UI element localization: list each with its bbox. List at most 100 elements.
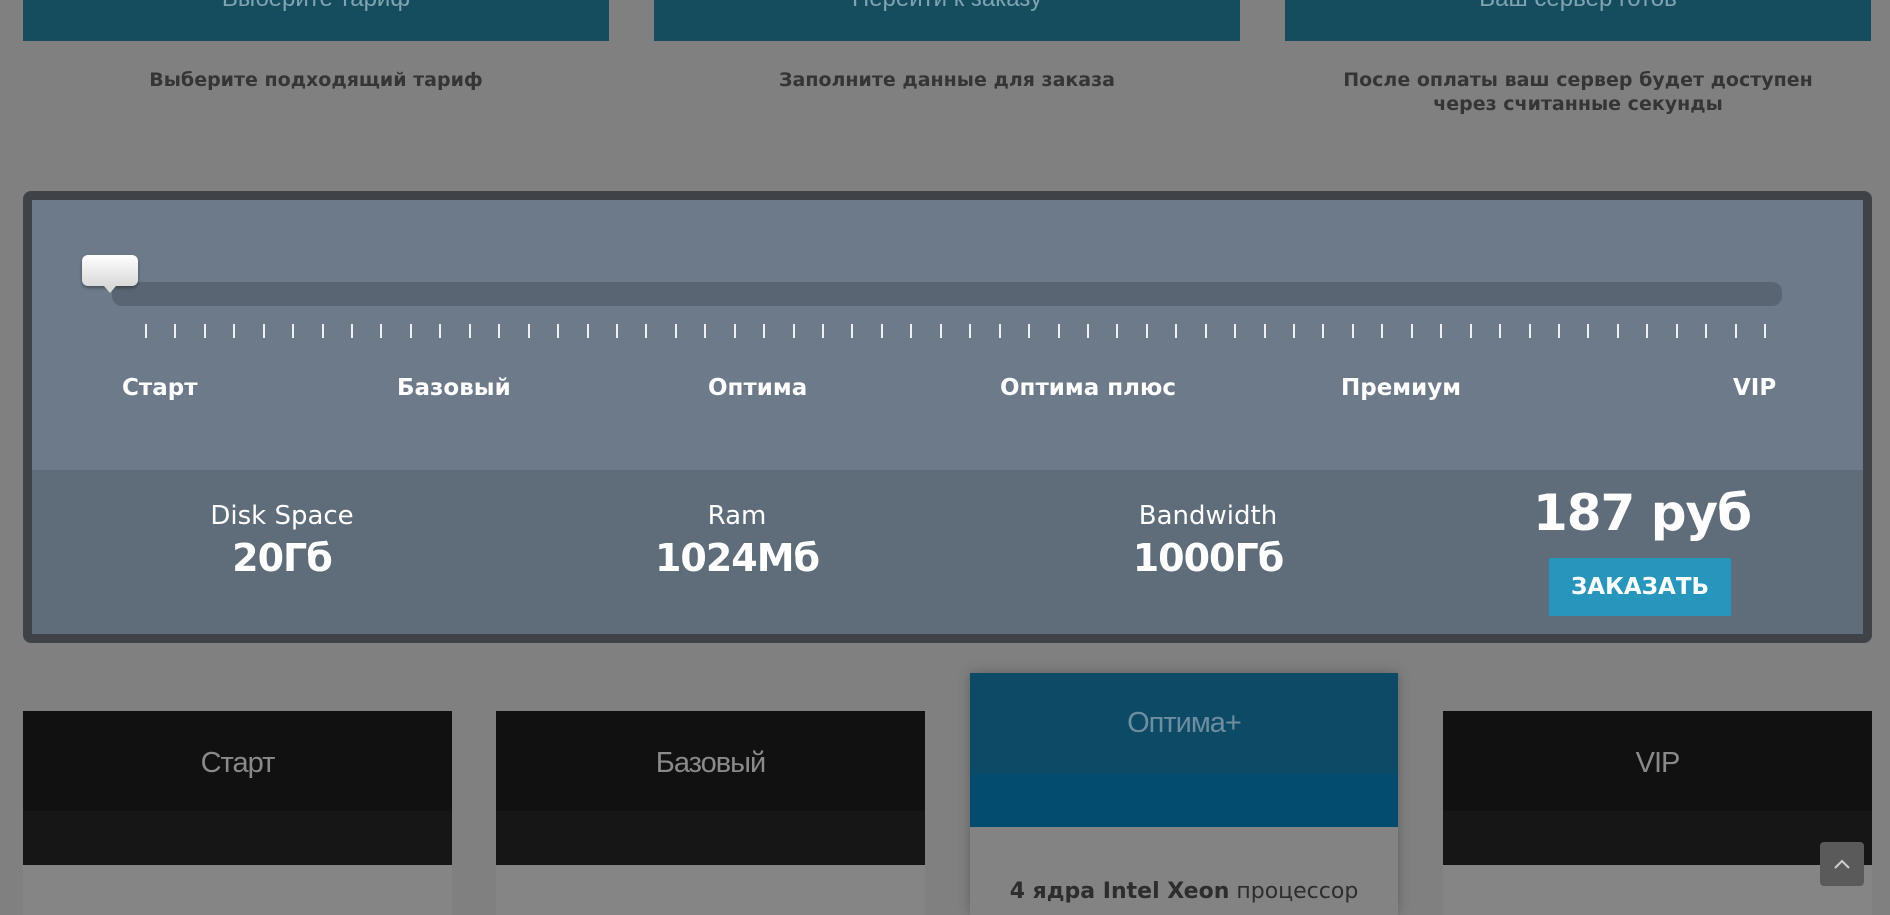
slider-tick [1322,324,1324,338]
slider-tick [439,324,441,338]
slider-tick [999,324,1001,338]
slider-tick [763,324,765,338]
plan-name: Старт [200,747,276,779]
slider-tick [174,324,176,338]
slider-tick [1116,324,1118,338]
plan-card-start[interactable]: Старт [23,711,452,865]
slider-tick [1264,324,1266,338]
spec-ram-label: Ram [707,501,767,531]
slider-tick [1205,324,1207,338]
slider-tick [380,324,382,338]
calculator-slider-section: Старт Базовый Оптима Оптима плюс Премиум… [32,200,1863,470]
slider-tick [1234,324,1236,338]
slider-tick [851,324,853,338]
slider-tick [1735,324,1737,338]
slider-tick [557,324,559,338]
plan-feature: 4 ядра Intel Xeon процессор [1009,879,1359,904]
scroll-top-button[interactable] [1820,842,1864,886]
slider-tick [587,324,589,338]
spec-bandwidth: Bandwidth 1000Гб [1068,500,1348,584]
step-button-2[interactable]: Перейти к заказу [654,0,1240,41]
slider-tick [204,324,206,338]
plan-price-band [970,774,1398,827]
slider-tick [263,324,265,338]
plan-header: Оптима+ [970,673,1398,774]
step-button-1[interactable]: Выберите тариф [23,0,609,41]
tier-label-vip[interactable]: VIP [1733,375,1776,401]
slider-tick [1411,324,1413,338]
plan-price-band [23,811,452,865]
slider-tick [734,324,736,338]
slider-tick [1087,324,1089,338]
plan-price-band [496,811,925,865]
spec-ram-value: 1024Мб [654,536,820,580]
tier-label-optima[interactable]: Оптима [708,375,807,401]
tier-label-start[interactable]: Старт [122,375,198,401]
spec-disk-space-value: 20Гб [232,536,333,580]
slider-ticks [32,324,1863,340]
slider-tick [1175,324,1177,338]
slider-tick [1646,324,1648,338]
tier-label-optima-plus[interactable]: Оптима плюс [1000,375,1176,401]
spec-disk-space: Disk Space 20Гб [162,500,402,584]
slider-tick [822,324,824,338]
step-caption-3: После оплаты ваш сервер будет доступен ч… [1343,69,1813,115]
slider-tick [410,324,412,338]
slider-tick [1499,324,1501,338]
slider-tick [881,324,883,338]
chevron-up-icon [1834,859,1850,869]
tier-label-basic[interactable]: Базовый [397,375,511,401]
plan-name: Оптима+ [1127,707,1242,739]
tariff-slider-track[interactable] [112,282,1782,306]
slider-tick [292,324,294,338]
slider-tick [498,324,500,338]
slider-tick [1676,324,1678,338]
tariff-calculator: Старт Базовый Оптима Оптима плюс Премиум… [23,191,1872,643]
spec-disk-space-label: Disk Space [210,501,354,531]
slider-tick [1470,324,1472,338]
plan-name: Базовый [655,747,766,779]
slider-tick [940,324,942,338]
tier-label-premium[interactable]: Премиум [1341,375,1461,401]
slider-tick [1028,324,1030,338]
tariff-slider-handle[interactable] [82,255,138,293]
slider-tick [1705,324,1707,338]
slider-tick [1617,324,1619,338]
step-caption-2: Заполните данные для заказа [779,69,1115,91]
plan-card-vip[interactable]: VIP [1443,711,1872,865]
slider-tick [1058,324,1060,338]
slider-tick [793,324,795,338]
slider-tick [322,324,324,338]
slider-tick [233,324,235,338]
slider-tick [351,324,353,338]
slider-tick [1146,324,1148,338]
price-value: 187 руб [1532,484,1752,542]
plan-name: VIP [1635,747,1681,779]
order-button[interactable]: ЗАКАЗАТЬ [1549,558,1731,616]
step-button-3[interactable]: Ваш сервер готов [1285,0,1871,41]
slider-tick [1529,324,1531,338]
slider-tick [645,324,647,338]
slider-tick [145,324,147,338]
spec-ram: Ram 1024Мб [617,500,857,584]
slider-tick [1558,324,1560,338]
slider-tick [969,324,971,338]
plan-card-body [1443,865,1872,915]
slider-tick [1764,324,1766,338]
plan-card-optima-plus[interactable]: Оптима+ 4 ядра Intel Xeon процессор [970,673,1398,915]
spec-bandwidth-label: Bandwidth [1138,501,1278,531]
slider-tick [1293,324,1295,338]
slider-tick [1440,324,1442,338]
plan-card-basic[interactable]: Базовый [496,711,925,865]
slider-tick [1587,324,1589,338]
spec-bandwidth-value: 1000Гб [1132,536,1285,580]
slider-tick [469,324,471,338]
slider-tick [616,324,618,338]
slider-tick [704,324,706,338]
slider-tick [528,324,530,338]
slider-tick [1381,324,1383,338]
step-caption-1: Выберите подходящий тариф [149,69,483,91]
plan-card-body [23,865,452,915]
slider-tick [1352,324,1354,338]
slider-tick [675,324,677,338]
